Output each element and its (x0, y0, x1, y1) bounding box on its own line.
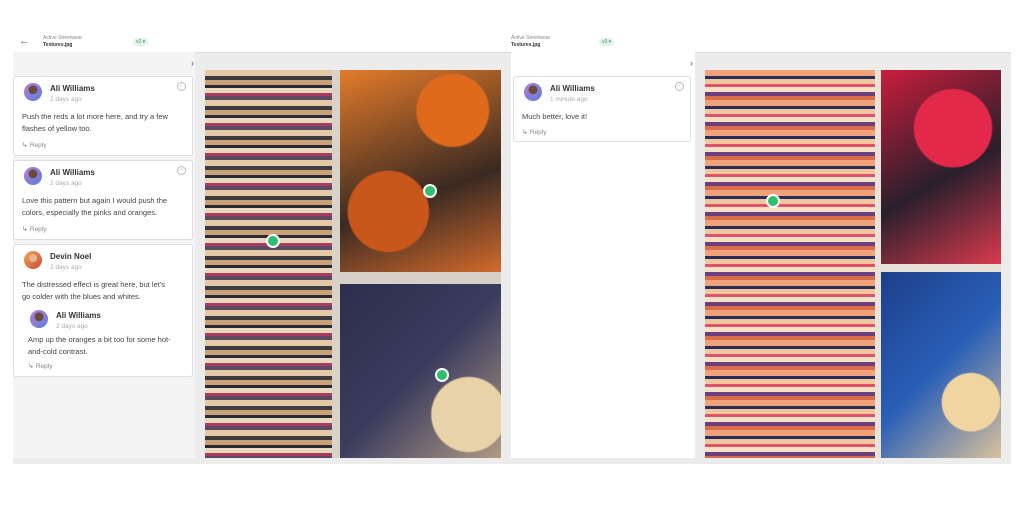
comment-card: Ali Williams 1 minute ago ✓ Much better,… (513, 76, 691, 142)
right-breadcrumb[interactable]: Active Streetwear Textures.jpg (511, 35, 550, 48)
reply-time: 2 days ago (56, 323, 88, 330)
comment-author: Ali Williams (550, 84, 595, 93)
avatar (24, 167, 42, 185)
comment-author: Ali Williams (50, 84, 95, 93)
chevron-right-icon[interactable]: › (191, 58, 194, 68)
reply-link[interactable]: ↳ Reply (28, 362, 53, 370)
comment-time: 1 minute ago (550, 96, 588, 103)
app-frame: ← Active Streetwear Textures.jpg v2 ▾ Ac… (13, 32, 1011, 464)
comment-text-line1: Love this pattern but again I would push… (22, 196, 168, 205)
file-name: Textures.jpg (511, 42, 541, 48)
comment-card: Devin Noel 2 days ago The distressed eff… (13, 244, 193, 377)
reply-arrow-icon: ↳ (22, 142, 28, 149)
file-name: Textures.jpg (43, 42, 73, 48)
avatar (30, 310, 48, 328)
reply-link[interactable]: ↳ Reply (22, 141, 47, 149)
comment-time: 2 days ago (50, 264, 82, 271)
left-breadcrumb[interactable]: Active Streetwear Textures.jpg (43, 35, 82, 48)
comment-time: 2 days ago (50, 180, 82, 187)
version-badge[interactable]: v3 ▾ (599, 38, 615, 46)
comment-pin[interactable] (435, 368, 449, 382)
comment-text-line2: flashes of yellow too. (22, 124, 92, 133)
project-name: Active Streetwear (43, 35, 83, 41)
comment-text-line1: Push the reds a lot more here, and try a… (22, 112, 168, 121)
comment-author: Ali Williams (50, 168, 95, 177)
artwork-canvas-v3[interactable] (705, 70, 1001, 458)
left-header: ← Active Streetwear Textures.jpg v2 ▾ (13, 32, 511, 53)
reply-arrow-icon: ↳ (22, 226, 28, 233)
comment-text-line1: The distressed effect is great here, but… (22, 280, 166, 289)
reply-link[interactable]: ↳ Reply (22, 225, 47, 233)
reply-author: Ali Williams (56, 311, 101, 320)
version-badge[interactable]: v2 ▾ (133, 38, 149, 46)
chevron-right-icon[interactable]: › (690, 58, 693, 68)
comment-text-line2: go colder with the blues and whites. (22, 292, 141, 301)
artwork-orange-panel (340, 70, 501, 272)
artwork-stripes (705, 70, 875, 458)
right-comments-panel: Ali Williams 1 minute ago ✓ Much better,… (511, 52, 695, 458)
avatar (24, 251, 42, 269)
comment-card: Ali Williams 2 days ago ✓ Push the reds … (13, 76, 193, 156)
artwork-blue-panel (881, 272, 1001, 458)
artwork-stripes (205, 70, 332, 458)
comment-text: Much better, love it! (522, 112, 588, 121)
reply-link[interactable]: ↳ Reply (522, 128, 547, 136)
avatar (24, 83, 42, 101)
artwork-red-panel (881, 70, 1001, 264)
avatar (524, 83, 542, 101)
artwork-canvas-v2[interactable] (205, 70, 501, 458)
comment-pin[interactable] (766, 194, 780, 208)
comment-pin[interactable] (423, 184, 437, 198)
resolve-check-icon[interactable]: ✓ (675, 82, 684, 91)
comment-time: 2 days ago (50, 96, 82, 103)
left-comments-panel: Ali Williams 2 days ago ✓ Push the reds … (13, 52, 195, 458)
reply-text-line2: and-cold contrast. (28, 347, 88, 356)
reply-arrow-icon: ↳ (522, 129, 528, 136)
resolve-check-icon[interactable]: ✓ (177, 82, 186, 91)
comment-card: Ali Williams 2 days ago ✓ Love this patt… (13, 160, 193, 240)
comment-author: Devin Noel (50, 252, 92, 261)
reply-arrow-icon: ↳ (28, 363, 34, 370)
reply-text-line1: Amp up the oranges a bit too for some ho… (28, 335, 171, 344)
comment-text-line2: colors, especially the pinks and oranges… (22, 208, 158, 217)
resolve-check-icon[interactable]: ✓ (177, 166, 186, 175)
back-arrow-icon[interactable]: ← (19, 35, 30, 47)
right-header: Active Streetwear Textures.jpg v3 ▾ (511, 32, 1011, 53)
artwork-navy-panel (340, 284, 501, 458)
project-name: Active Streetwear (511, 35, 551, 41)
comment-pin[interactable] (266, 234, 280, 248)
